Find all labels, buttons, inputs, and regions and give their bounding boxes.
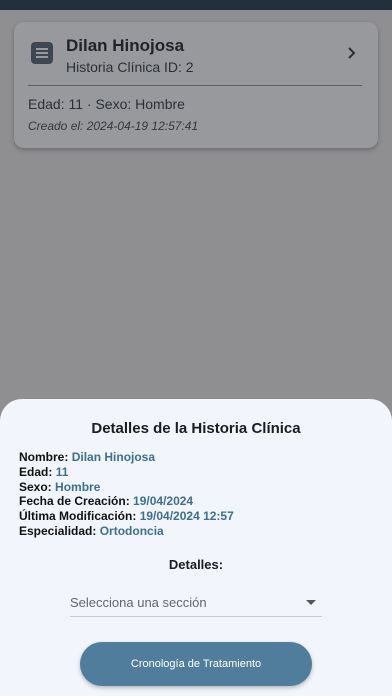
sheet-title: Detalles de la Historia Clínica: [91, 420, 301, 437]
detail-key: Edad:: [19, 464, 53, 479]
detail-key: Fecha de Creación:: [19, 494, 130, 509]
detail-value: 19/04/2024: [133, 494, 194, 509]
arrow-drop-down-icon: [306, 600, 316, 605]
record-id: Historia Clínica ID: 2: [66, 59, 194, 75]
detail-value: Hombre: [55, 479, 101, 494]
detail-value: 11: [55, 464, 69, 479]
detail-row-especialidad: Especialidad: Ortodoncia: [19, 524, 234, 539]
record-age-sex: Edad: 11 · Sexo: Hombre: [28, 96, 185, 112]
chevron-right-icon[interactable]: [346, 44, 358, 62]
section-dropdown-placeholder: Selecciona una sección: [70, 595, 207, 610]
divider: [28, 85, 362, 86]
detail-value: 19/04/2024 12:57: [139, 509, 234, 524]
detail-row-fecha-creacion: Fecha de Creación: 19/04/2024: [19, 494, 234, 509]
detail-row-nombre: Nombre: Dilan Hinojosa: [19, 450, 234, 465]
detail-key: Última Modificación:: [19, 509, 137, 524]
detail-row-ultima-modificacion: Última Modificación: 19/04/2024 12:57: [19, 509, 234, 524]
record-name: Dilan Hinojosa: [66, 36, 185, 55]
detail-value: Dilan Hinojosa: [71, 450, 156, 464]
record-created-date: Creado el: 2024-04-19 12:57:41: [28, 119, 199, 133]
detalles-heading: Detalles:: [168, 557, 224, 572]
detail-list: Nombre: Dilan Hinojosa Edad: 11 Sexo: Ho…: [19, 450, 234, 539]
detail-key: Especialidad:: [19, 523, 97, 538]
detail-key: Nombre:: [19, 450, 69, 464]
detail-value: Ortodoncia: [99, 523, 164, 538]
status-bar: [0, 0, 392, 10]
record-card[interactable]: Dilan Hinojosa Historia Clínica ID: 2 Ed…: [14, 22, 378, 148]
section-dropdown[interactable]: Selecciona una sección: [70, 589, 322, 617]
document-icon: [31, 42, 53, 64]
detail-row-sexo: Sexo: Hombre: [19, 480, 234, 495]
details-bottom-sheet: Detalles de la Historia Clínica Nombre: …: [0, 399, 392, 696]
treatment-timeline-button[interactable]: Cronología de Tratamiento: [80, 642, 312, 686]
detail-row-edad: Edad: 11: [19, 465, 234, 480]
detail-key: Sexo:: [19, 479, 52, 494]
